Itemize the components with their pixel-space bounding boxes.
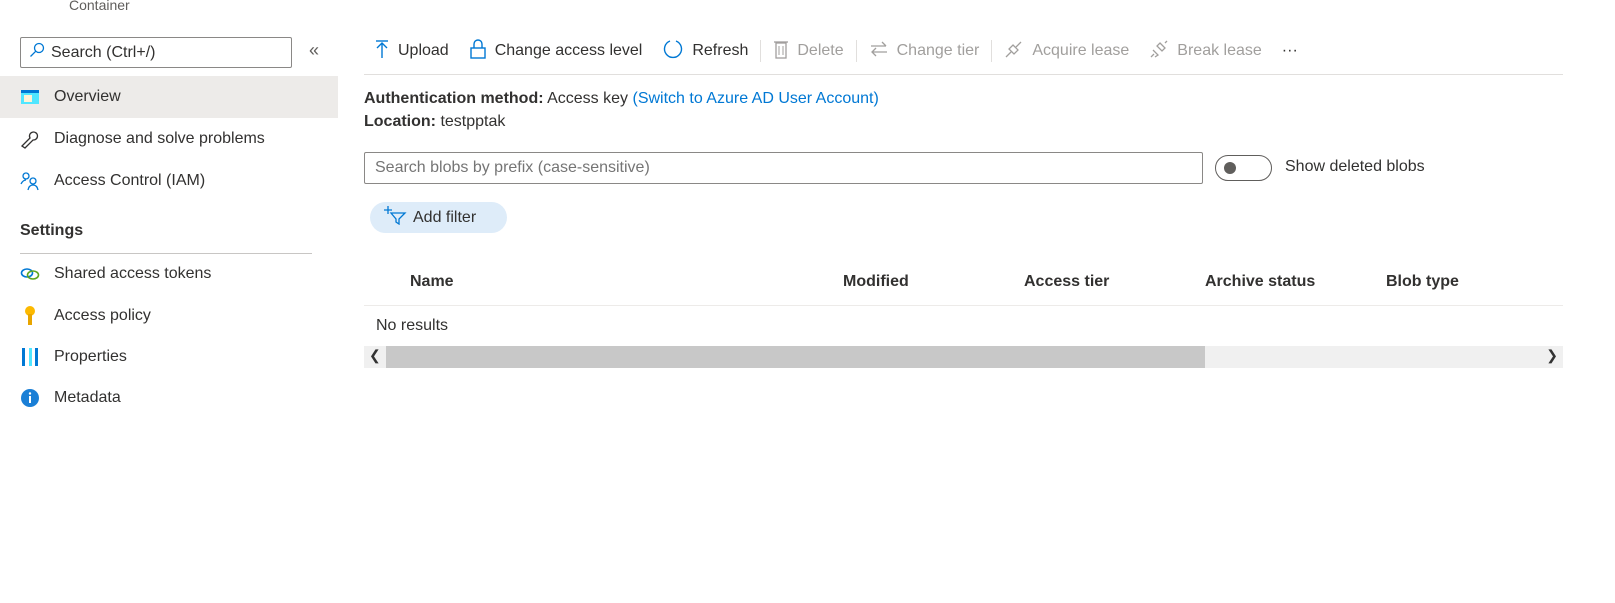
overview-icon <box>20 87 40 107</box>
sidebar-item-access-control[interactable]: Access Control (IAM) <box>0 160 338 202</box>
sidebar-item-label: Diagnose and solve problems <box>54 130 265 147</box>
sidebar-item-label: Access policy <box>54 307 151 324</box>
header-divider <box>364 305 1563 306</box>
break-lease-label: Break lease <box>1177 42 1262 59</box>
horizontal-scrollbar[interactable]: ❮ ❯ <box>364 346 1563 368</box>
properties-icon <box>20 347 40 367</box>
sidebar-search-input[interactable]: Search (Ctrl+/) <box>20 37 292 68</box>
delete-button[interactable]: Delete <box>763 39 853 64</box>
column-header-archive-status[interactable]: Archive status <box>1205 273 1315 291</box>
break-lease-button[interactable]: Break lease <box>1139 39 1272 64</box>
sidebar-item-label: Overview <box>54 88 121 105</box>
refresh-label: Refresh <box>692 42 749 59</box>
scroll-left-icon[interactable]: ❮ <box>369 347 381 364</box>
settings-heading: Settings <box>20 222 84 239</box>
wrench-icon <box>20 129 40 149</box>
sidebar-item-label: Metadata <box>54 389 121 406</box>
change-tier-label: Change tier <box>896 42 980 59</box>
toolbar-separator <box>991 40 993 62</box>
scroll-right-icon[interactable]: ❯ <box>1546 347 1558 364</box>
upload-icon <box>374 39 390 64</box>
link-icon <box>20 264 40 284</box>
plug-icon <box>1004 39 1024 64</box>
column-header-modified[interactable]: Modified <box>843 273 909 291</box>
location-value: testpptak <box>440 113 506 130</box>
acquire-lease-button[interactable]: Acquire lease <box>994 39 1139 64</box>
swap-icon <box>869 40 889 63</box>
change-access-label: Change access level <box>494 42 643 59</box>
sidebar-item-label: Access Control (IAM) <box>54 172 206 189</box>
unplug-icon <box>1149 39 1169 64</box>
toolbar-separator <box>855 40 857 62</box>
show-deleted-label: Show deleted blobs <box>1285 158 1425 175</box>
add-filter-label: Add filter <box>413 208 477 226</box>
lock-icon <box>469 38 487 64</box>
column-header-access-tier[interactable]: Access tier <box>1024 273 1109 291</box>
switch-auth-link[interactable]: (Switch to Azure AD User Account) <box>632 90 878 107</box>
refresh-button[interactable]: Refresh <box>652 38 758 65</box>
auth-label: Authentication method: <box>364 90 544 107</box>
sidebar-item-label: Properties <box>54 348 127 365</box>
people-icon <box>20 171 40 191</box>
refresh-icon <box>662 38 684 65</box>
upload-button[interactable]: Upload <box>364 39 459 64</box>
sidebar-search-placeholder: Search (Ctrl+/) <box>51 43 156 61</box>
toolbar-separator <box>760 40 762 62</box>
scrollbar-thumb[interactable] <box>386 346 1205 368</box>
delete-label: Delete <box>797 42 844 59</box>
search-icon <box>29 42 45 63</box>
change-access-level-button[interactable]: Change access level <box>459 38 653 64</box>
sidebar-item-overview[interactable]: Overview <box>0 76 338 118</box>
add-filter-icon <box>383 205 407 230</box>
change-tier-button[interactable]: Change tier <box>859 40 990 63</box>
sidebar-item-properties[interactable]: Properties <box>0 336 338 378</box>
sidebar-item-diagnose[interactable]: Diagnose and solve problems <box>0 118 338 160</box>
location: Location: testpptak <box>364 113 505 131</box>
upload-label: Upload <box>398 42 449 59</box>
sidebar-item-label: Shared access tokens <box>54 265 212 282</box>
show-deleted-toggle[interactable] <box>1215 155 1272 181</box>
auth-value: Access key <box>547 90 629 107</box>
sidebar-item-access-policy[interactable]: Access policy <box>0 295 338 337</box>
auth-method: Authentication method: Access key (Switc… <box>364 90 879 108</box>
blob-search-input[interactable] <box>364 152 1203 184</box>
more-button[interactable]: ··· <box>1272 42 1308 60</box>
toolbar: Upload Change access level Refresh Delet… <box>364 36 1308 66</box>
empty-message: No results <box>376 317 449 334</box>
sidebar-item-metadata[interactable]: Metadata <box>0 377 338 419</box>
info-icon <box>20 388 40 408</box>
location-label: Location: <box>364 113 436 130</box>
breadcrumb[interactable]: Container <box>69 0 130 13</box>
column-header-name[interactable]: Name <box>410 273 454 291</box>
column-header-blob-type[interactable]: Blob type <box>1386 273 1459 291</box>
trash-icon <box>773 39 789 64</box>
sidebar-item-shared-access-tokens[interactable]: Shared access tokens <box>0 253 338 295</box>
acquire-lease-label: Acquire lease <box>1032 42 1130 59</box>
collapse-sidebar-button[interactable]: « <box>309 40 319 61</box>
toolbar-divider <box>364 74 1563 75</box>
key-icon <box>20 306 40 326</box>
add-filter-button[interactable]: Add filter <box>370 202 507 233</box>
